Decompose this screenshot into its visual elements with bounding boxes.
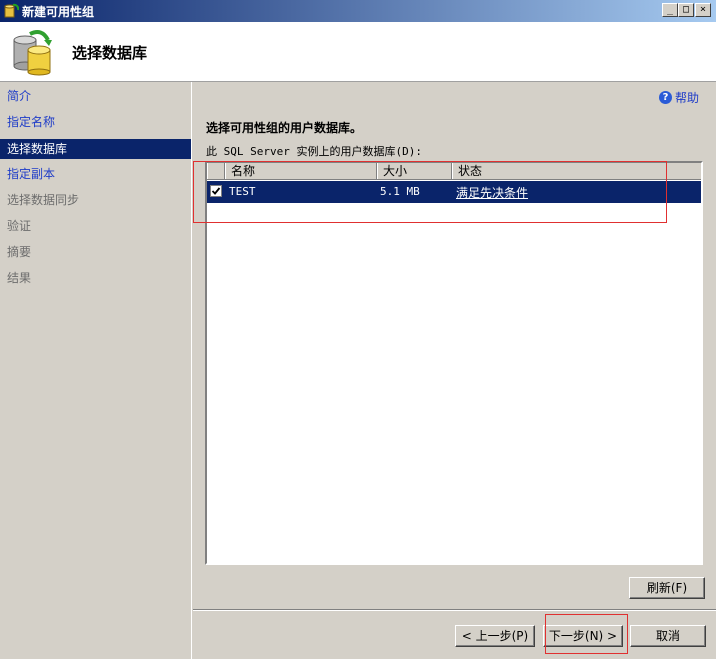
back-button[interactable]: < 上一步(P) [455,625,535,647]
column-status[interactable]: 状态 [452,163,701,179]
sidebar-item-replicas[interactable]: 指定副本 [0,164,191,184]
title-bar: 新建可用性组 _ □ × [0,0,716,22]
refresh-button[interactable]: 刷新(F) [629,577,705,599]
sidebar-item-validation: 验证 [7,219,32,233]
sidebar-item-summary: 摘要 [7,245,32,259]
footer-separator [193,609,716,611]
list-header: 名称 大小 状态 [207,163,701,180]
close-button[interactable]: × [695,3,711,17]
row-checkbox[interactable] [210,185,222,197]
column-name[interactable]: 名称 [225,163,377,179]
column-size[interactable]: 大小 [377,163,452,179]
help-link[interactable]: ? 帮助 [659,89,699,106]
page-title: 选择数据库 [72,44,148,62]
section-title: 选择可用性组的用户数据库。 [206,121,363,135]
row-size: 5.1 MB [380,185,420,198]
maximize-button[interactable]: □ [678,3,694,17]
page-header: 选择数据库 [0,22,716,82]
sidebar-item-data-sync: 选择数据同步 [7,193,80,207]
sidebar-item-select-db[interactable]: 选择数据库 [0,139,191,159]
database-list-label: 此 SQL Server 实例上的用户数据库(D): [206,145,422,158]
database-list[interactable]: 名称 大小 状态 TEST 5.1 MB 满足先决条件 [205,161,703,565]
row-name: TEST [229,185,256,198]
row-status-link[interactable]: 满足先决条件 [456,184,528,201]
checkmark-icon [211,187,221,195]
help-icon: ? [659,91,672,104]
minimize-button[interactable]: _ [662,3,678,17]
sidebar-item-specify-name[interactable]: 指定名称 [0,112,191,132]
sidebar-item-intro[interactable]: 简介 [0,86,191,106]
column-checkbox[interactable] [207,163,225,179]
help-label: 帮助 [675,91,700,105]
sidebar-item-results: 结果 [7,271,32,285]
cancel-button[interactable]: 取消 [630,625,706,647]
window-title: 新建可用性组 [22,5,95,19]
app-icon [4,3,19,18]
main-panel: ? 帮助 选择可用性组的用户数据库。 此 SQL Server 实例上的用户数据… [193,82,716,659]
wizard-sidebar: 简介 指定名称 选择数据库 指定副本 选择数据同步 验证 摘要 结果 [0,82,192,659]
table-row[interactable]: TEST 5.1 MB 满足先决条件 [207,181,701,203]
database-sync-icon [13,30,52,76]
next-button[interactable]: 下一步(N) > [543,625,623,647]
